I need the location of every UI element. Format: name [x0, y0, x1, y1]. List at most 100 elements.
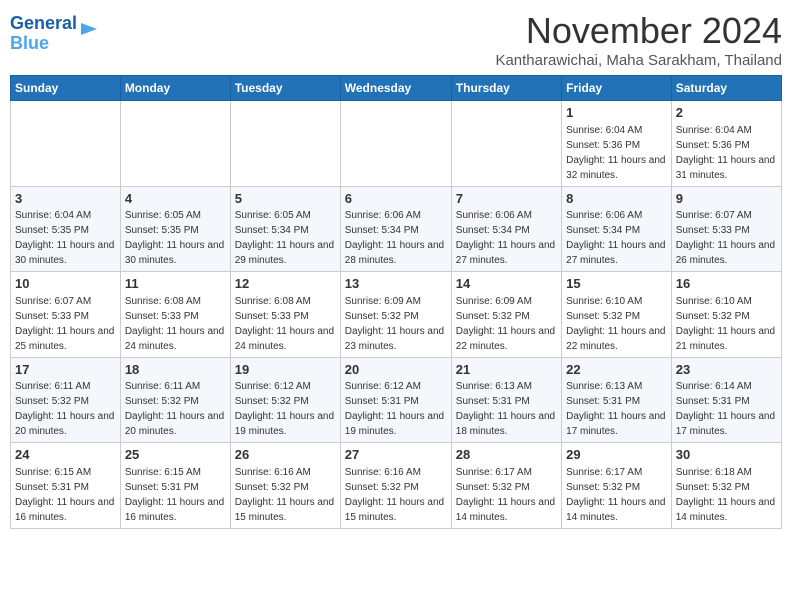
logo: General Blue	[10, 14, 99, 54]
calendar-cell: 12Sunrise: 6:08 AMSunset: 5:33 PMDayligh…	[230, 272, 340, 358]
day-number: 4	[125, 190, 226, 208]
calendar-cell: 17Sunrise: 6:11 AMSunset: 5:32 PMDayligh…	[11, 357, 121, 443]
calendar-cell: 7 Sunrise: 6:06 AMSunset: 5:34 PMDaylight…	[451, 186, 561, 272]
day-number: 5	[235, 190, 336, 208]
col-header-wednesday: Wednesday	[340, 76, 451, 101]
day-info: Sunrise: 6:17 AMSunset: 5:32 PMDaylight:…	[566, 467, 665, 523]
day-number: 18	[125, 361, 226, 379]
col-header-sunday: Sunday	[11, 76, 121, 101]
calendar-cell: 4 Sunrise: 6:05 AMSunset: 5:35 PMDaylight…	[120, 186, 230, 272]
day-info: Sunrise: 6:06 AMSunset: 5:34 PMDaylight:…	[345, 210, 444, 266]
logo-arrow-icon	[79, 19, 99, 39]
day-number: 9	[676, 190, 777, 208]
calendar-cell: 30 Sunrise: 6:18 AMSunset: 5:32 PMDayligh…	[671, 443, 781, 529]
calendar-cell: 20 Sunrise: 6:12 AMSunset: 5:31 PMDayligh…	[340, 357, 451, 443]
calendar-cell	[120, 101, 230, 187]
calendar-cell: 8Sunrise: 6:06 AMSunset: 5:34 PMDaylight…	[562, 186, 672, 272]
day-number: 14	[456, 275, 557, 293]
calendar-cell: 2 Sunrise: 6:04 AMSunset: 5:36 PMDaylight…	[671, 101, 781, 187]
day-info: Sunrise: 6:07 AMSunset: 5:33 PMDaylight:…	[676, 210, 775, 266]
calendar-cell: 24 Sunrise: 6:15 AMSunset: 5:31 PMDayligh…	[11, 443, 121, 529]
day-number: 21	[456, 361, 557, 379]
day-info: Sunrise: 6:14 AMSunset: 5:31 PMDaylight:…	[676, 381, 775, 437]
calendar-cell: 25 Sunrise: 6:15 AMSunset: 5:31 PMDayligh…	[120, 443, 230, 529]
col-header-monday: Monday	[120, 76, 230, 101]
calendar-cell: 26Sunrise: 6:16 AMSunset: 5:32 PMDayligh…	[230, 443, 340, 529]
day-number: 1	[566, 104, 667, 122]
location-text: Kantharawichai, Maha Sarakham, Thailand	[495, 52, 782, 69]
day-info: Sunrise: 6:07 AMSunset: 5:33 PMDaylight:…	[15, 296, 114, 352]
day-info: Sunrise: 6:16 AMSunset: 5:32 PMDaylight:…	[235, 467, 334, 523]
calendar-cell: 15Sunrise: 6:10 AMSunset: 5:32 PMDayligh…	[562, 272, 672, 358]
day-info: Sunrise: 6:10 AMSunset: 5:32 PMDaylight:…	[676, 296, 775, 352]
day-number: 13	[345, 275, 447, 293]
calendar-cell: 5 Sunrise: 6:05 AMSunset: 5:34 PMDaylight…	[230, 186, 340, 272]
calendar-cell	[230, 101, 340, 187]
day-info: Sunrise: 6:12 AMSunset: 5:32 PMDaylight:…	[235, 381, 334, 437]
day-info: Sunrise: 6:15 AMSunset: 5:31 PMDaylight:…	[125, 467, 224, 523]
calendar-cell: 23 Sunrise: 6:14 AMSunset: 5:31 PMDayligh…	[671, 357, 781, 443]
day-info: Sunrise: 6:04 AMSunset: 5:35 PMDaylight:…	[15, 210, 114, 266]
day-info: Sunrise: 6:04 AMSunset: 5:36 PMDaylight:…	[566, 125, 665, 181]
day-info: Sunrise: 6:12 AMSunset: 5:31 PMDaylight:…	[345, 381, 444, 437]
day-number: 6	[345, 190, 447, 208]
calendar-cell	[340, 101, 451, 187]
day-info: Sunrise: 6:18 AMSunset: 5:32 PMDaylight:…	[676, 467, 775, 523]
day-info: Sunrise: 6:09 AMSunset: 5:32 PMDaylight:…	[456, 296, 555, 352]
calendar-cell: 27 Sunrise: 6:16 AMSunset: 5:32 PMDayligh…	[340, 443, 451, 529]
col-header-thursday: Thursday	[451, 76, 561, 101]
calendar-cell: 13Sunrise: 6:09 AMSunset: 5:32 PMDayligh…	[340, 272, 451, 358]
day-number: 28	[456, 446, 557, 464]
day-number: 10	[15, 275, 116, 293]
day-number: 19	[235, 361, 336, 379]
calendar-week-row: 3 Sunrise: 6:04 AMSunset: 5:35 PMDaylight…	[11, 186, 782, 272]
calendar-week-row: 24 Sunrise: 6:15 AMSunset: 5:31 PMDayligh…	[11, 443, 782, 529]
day-info: Sunrise: 6:16 AMSunset: 5:32 PMDaylight:…	[345, 467, 444, 523]
month-title: November 2024	[495, 10, 782, 52]
col-header-friday: Friday	[562, 76, 672, 101]
logo-text: General Blue	[10, 14, 77, 54]
day-number: 24	[15, 446, 116, 464]
calendar-cell: 11Sunrise: 6:08 AMSunset: 5:33 PMDayligh…	[120, 272, 230, 358]
day-info: Sunrise: 6:04 AMSunset: 5:36 PMDaylight:…	[676, 125, 775, 181]
calendar-cell	[451, 101, 561, 187]
calendar-header-row: SundayMondayTuesdayWednesdayThursdayFrid…	[11, 76, 782, 101]
calendar-cell: 19 Sunrise: 6:12 AMSunset: 5:32 PMDayligh…	[230, 357, 340, 443]
day-info: Sunrise: 6:05 AMSunset: 5:35 PMDaylight:…	[125, 210, 224, 266]
col-header-saturday: Saturday	[671, 76, 781, 101]
calendar-cell	[11, 101, 121, 187]
calendar-cell: 18Sunrise: 6:11 AMSunset: 5:32 PMDayligh…	[120, 357, 230, 443]
day-number: 3	[15, 190, 116, 208]
day-info: Sunrise: 6:15 AMSunset: 5:31 PMDaylight:…	[15, 467, 114, 523]
day-number: 7	[456, 190, 557, 208]
day-info: Sunrise: 6:05 AMSunset: 5:34 PMDaylight:…	[235, 210, 334, 266]
day-info: Sunrise: 6:06 AMSunset: 5:34 PMDaylight:…	[566, 210, 665, 266]
day-info: Sunrise: 6:06 AMSunset: 5:34 PMDaylight:…	[456, 210, 555, 266]
calendar-cell: 10 Sunrise: 6:07 AMSunset: 5:33 PMDayligh…	[11, 272, 121, 358]
calendar-cell: 14 Sunrise: 6:09 AMSunset: 5:32 PMDayligh…	[451, 272, 561, 358]
day-number: 30	[676, 446, 777, 464]
calendar-cell: 21Sunrise: 6:13 AMSunset: 5:31 PMDayligh…	[451, 357, 561, 443]
day-number: 27	[345, 446, 447, 464]
calendar-cell: 28Sunrise: 6:17 AMSunset: 5:32 PMDayligh…	[451, 443, 561, 529]
day-number: 25	[125, 446, 226, 464]
title-block: November 2024 Kantharawichai, Maha Sarak…	[495, 10, 782, 69]
day-info: Sunrise: 6:13 AMSunset: 5:31 PMDaylight:…	[566, 381, 665, 437]
day-number: 2	[676, 104, 777, 122]
day-number: 16	[676, 275, 777, 293]
day-number: 20	[345, 361, 447, 379]
calendar-cell: 22 Sunrise: 6:13 AMSunset: 5:31 PMDayligh…	[562, 357, 672, 443]
calendar-cell: 9 Sunrise: 6:07 AMSunset: 5:33 PMDaylight…	[671, 186, 781, 272]
day-number: 23	[676, 361, 777, 379]
calendar-week-row: 1 Sunrise: 6:04 AMSunset: 5:36 PMDaylight…	[11, 101, 782, 187]
day-number: 11	[125, 275, 226, 293]
calendar-cell: 16 Sunrise: 6:10 AMSunset: 5:32 PMDayligh…	[671, 272, 781, 358]
day-number: 29	[566, 446, 667, 464]
page-header: General Blue November 2024 Kantharawicha…	[10, 10, 782, 69]
calendar-cell: 29 Sunrise: 6:17 AMSunset: 5:32 PMDayligh…	[562, 443, 672, 529]
calendar-cell: 6 Sunrise: 6:06 AMSunset: 5:34 PMDaylight…	[340, 186, 451, 272]
calendar-week-row: 17Sunrise: 6:11 AMSunset: 5:32 PMDayligh…	[11, 357, 782, 443]
calendar-cell: 1 Sunrise: 6:04 AMSunset: 5:36 PMDaylight…	[562, 101, 672, 187]
col-header-tuesday: Tuesday	[230, 76, 340, 101]
day-number: 22	[566, 361, 667, 379]
